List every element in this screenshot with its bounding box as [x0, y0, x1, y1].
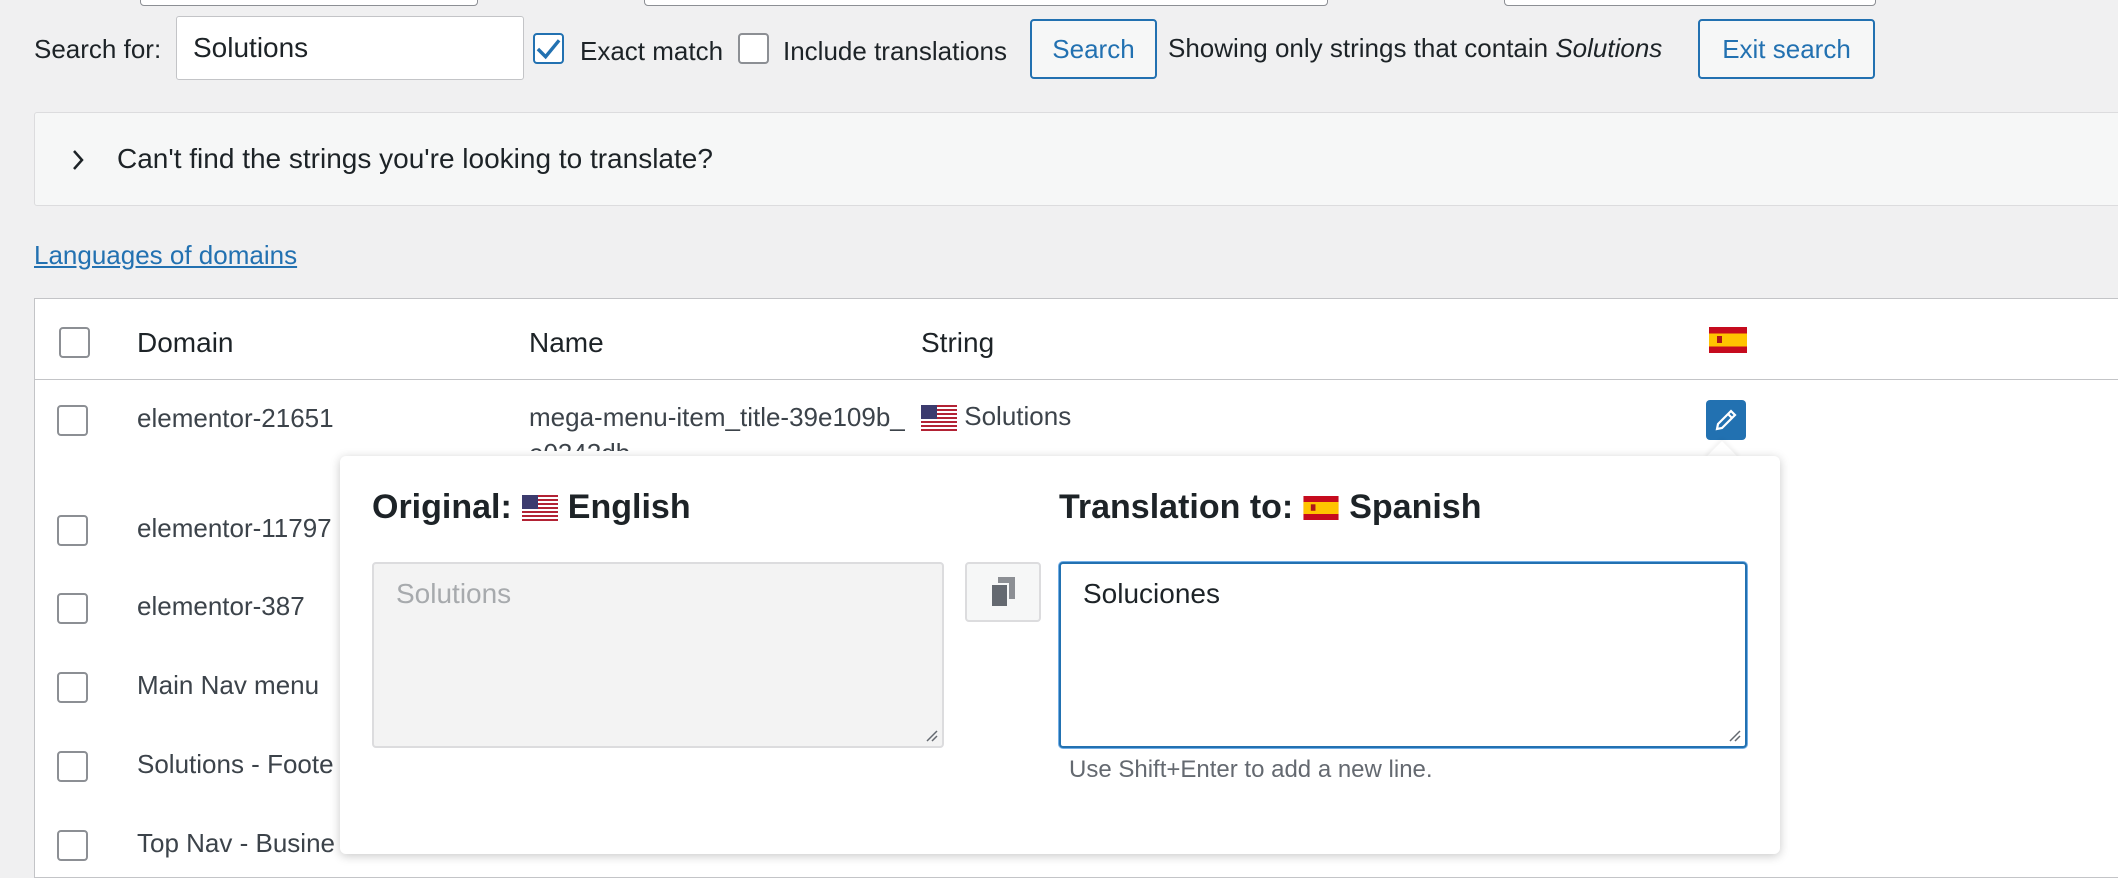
copy-icon	[990, 577, 1015, 608]
search-status-term: Solutions	[1555, 33, 1663, 63]
translation-language: Spanish	[1349, 488, 1482, 526]
row-checkbox[interactable]	[57, 515, 88, 546]
missing-strings-notice[interactable]: Can't find the strings you're looking to…	[34, 112, 2118, 206]
spanish-flag-icon	[1709, 327, 1747, 353]
row-domain: elementor-387	[137, 591, 305, 621]
original-text: Solutions	[396, 578, 512, 609]
pencil-icon	[1715, 409, 1737, 431]
filter-select-1[interactable]	[140, 0, 478, 6]
original-heading: Original: English	[372, 488, 691, 527]
languages-of-domains-link[interactable]: Languages of domains	[34, 240, 297, 271]
column-header-domain: Domain	[137, 327, 234, 358]
row-checkbox[interactable]	[57, 405, 88, 436]
translation-text-area[interactable]: Soluciones	[1059, 562, 1747, 748]
search-status-prefix: Showing only strings that contain	[1168, 33, 1556, 63]
row-domain: elementor-11797	[137, 513, 332, 543]
original-text-area: Solutions	[372, 562, 944, 748]
translation-label: Translation to:	[1059, 488, 1294, 526]
translation-heading: Translation to: Spanish	[1059, 488, 1481, 527]
row-domain: Top Nav - Busine	[137, 828, 335, 858]
row-string-text: Solutions	[964, 401, 1072, 431]
translation-text: Soluciones	[1083, 578, 1220, 609]
search-label: Search for:	[34, 34, 162, 64]
row-checkbox[interactable]	[57, 672, 88, 703]
select-all-checkbox[interactable]	[59, 327, 90, 358]
translation-editor-popup: Original: English Translation to: Spanis…	[340, 456, 1780, 854]
column-header-name: Name	[529, 327, 604, 358]
filter-select-3[interactable]	[1504, 0, 1876, 6]
resize-handle-icon[interactable]	[1727, 728, 1741, 742]
table-header-divider	[35, 379, 2118, 380]
newline-hint: Use Shift+Enter to add a new line.	[1069, 756, 1433, 783]
row-domain: elementor-21651	[137, 403, 334, 433]
original-language: English	[567, 488, 691, 526]
edit-translation-button[interactable]	[1706, 400, 1746, 440]
us-flag-icon	[921, 405, 957, 432]
exact-match-checkbox[interactable]	[533, 33, 564, 64]
include-translations-checkbox[interactable]	[738, 33, 769, 64]
us-flag-icon	[521, 494, 558, 521]
search-status-text: Showing only strings that contain Soluti…	[1168, 33, 1662, 64]
row-checkbox[interactable]	[57, 593, 88, 624]
include-translations-label: Include translations	[783, 36, 1008, 66]
column-header-string: String	[921, 327, 995, 358]
check-icon	[536, 38, 561, 59]
notice-text: Can't find the strings you're looking to…	[117, 143, 713, 174]
chevron-right-icon	[73, 150, 84, 170]
filter-select-2[interactable]	[644, 0, 1328, 6]
row-domain: Solutions - Foote	[137, 749, 334, 779]
search-button[interactable]: Search	[1030, 19, 1157, 79]
exact-match-label: Exact match	[580, 36, 724, 66]
search-input[interactable]	[176, 16, 524, 80]
exit-search-button[interactable]: Exit search	[1698, 19, 1875, 79]
row-checkbox[interactable]	[57, 830, 88, 861]
row-domain: Main Nav menu	[137, 670, 320, 700]
spanish-flag-icon	[1303, 495, 1339, 520]
copy-original-button[interactable]	[965, 562, 1041, 622]
resize-handle-icon[interactable]	[924, 728, 938, 742]
row-string: Solutions	[921, 401, 1071, 432]
row-name: mega-menu-item_title-39e109b_e0343db	[529, 402, 905, 451]
row-checkbox[interactable]	[57, 751, 88, 782]
original-label: Original:	[372, 488, 512, 526]
